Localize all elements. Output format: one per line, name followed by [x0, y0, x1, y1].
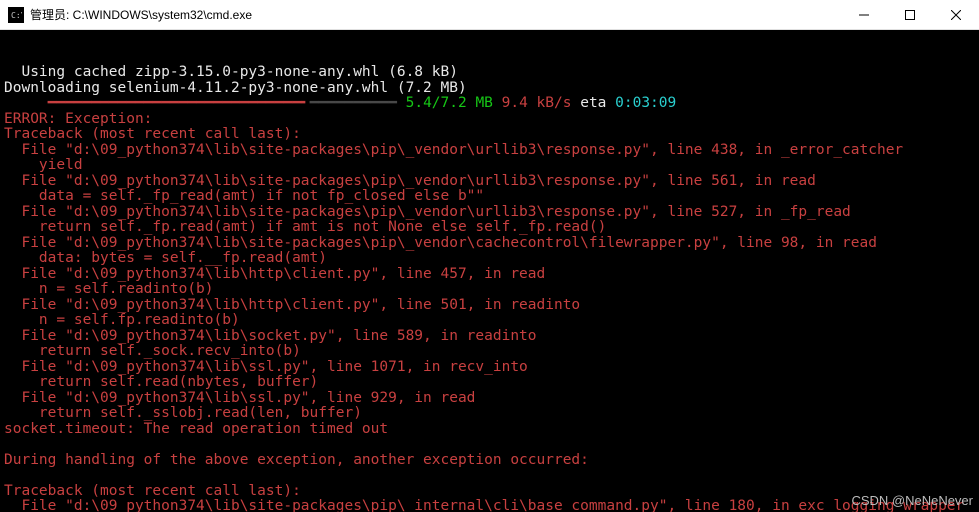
terminal-line: Traceback (most recent call last): — [4, 484, 979, 500]
close-button[interactable] — [933, 0, 979, 30]
terminal-text: yield — [4, 157, 83, 173]
terminal-line: File "d:\09_python374\lib\http\client.py… — [4, 298, 979, 314]
terminal-line: yield — [4, 158, 979, 174]
terminal-text: return self._sock.recv_into(b) — [4, 343, 301, 359]
titlebar[interactable]: C:\ 管理员: C:\WINDOWS\system32\cmd.exe — [0, 0, 979, 30]
terminal-text: return self._fp.read(amt) if amt is not … — [4, 219, 606, 235]
maximize-icon — [905, 10, 915, 20]
terminal-text: File "d:\09_python374\lib\http\client.py… — [4, 266, 545, 282]
terminal-line: ERROR: Exception: — [4, 112, 979, 128]
terminal-text: 5.4/7.2 MB — [397, 95, 493, 111]
watermark: CSDN @NeNeNever — [851, 493, 973, 509]
terminal-text: File "d:\09_python374\lib\http\client.py… — [4, 297, 580, 313]
terminal-text: ERROR: Exception: — [4, 111, 152, 127]
terminal-text: File "d:\09_python374\lib\ssl.py", line … — [4, 390, 475, 406]
cmd-icon: C:\ — [8, 7, 24, 23]
terminal-text: socket.timeout: The read operation timed… — [4, 421, 388, 437]
terminal-text: Downloading selenium-4.11.2-py3-none-any… — [4, 80, 467, 96]
svg-text:C:\: C:\ — [11, 11, 22, 20]
terminal-line: return self.read(nbytes, buffer) — [4, 375, 979, 391]
maximize-button[interactable] — [887, 0, 933, 30]
terminal-text: ╸ — [301, 95, 310, 111]
terminal-text: eta — [571, 95, 615, 111]
terminal-text: Traceback (most recent call last): — [4, 483, 301, 499]
terminal-line: data: bytes = self.__fp.read(amt) — [4, 251, 979, 267]
close-icon — [951, 10, 961, 20]
terminal-text: Traceback (most recent call last): — [4, 126, 301, 142]
terminal-line: During handling of the above exception, … — [4, 453, 979, 469]
terminal-line — [4, 468, 979, 484]
minimize-button[interactable] — [841, 0, 887, 30]
terminal-line: File "d:\09_python374\lib\site-packages\… — [4, 143, 979, 159]
terminal-text: data = self._fp_read(amt) if not fp_clos… — [4, 188, 484, 204]
terminal-text: 0:03:09 — [615, 95, 676, 111]
terminal-line: File "d:\09_python374\lib\site-packages\… — [4, 236, 979, 252]
terminal-text: return self.read(nbytes, buffer) — [4, 374, 318, 390]
terminal-line: return self._sslobj.read(len, buffer) — [4, 406, 979, 422]
window-title: 管理员: C:\WINDOWS\system32\cmd.exe — [30, 6, 252, 23]
terminal-line: File "d:\09_python374\lib\http\client.py… — [4, 267, 979, 283]
terminal-line: File "d:\09_python374\lib\ssl.py", line … — [4, 360, 979, 376]
terminal-line: File "d:\09_python374\lib\ssl.py", line … — [4, 391, 979, 407]
terminal-text: 9.4 kB/s — [493, 95, 572, 111]
terminal-text: return self._sslobj.read(len, buffer) — [4, 405, 362, 421]
terminal-text: ━━━━━━━━━━ — [310, 95, 397, 111]
terminal-line: socket.timeout: The read operation timed… — [4, 422, 979, 438]
terminal-text: File "d:\09_python374\lib\socket.py", li… — [4, 328, 537, 344]
terminal-line: Traceback (most recent call last): — [4, 127, 979, 143]
terminal-text: Using cached zipp-3.15.0-py3-none-any.wh… — [4, 64, 458, 80]
terminal-text: File "d:\09_python374\lib\ssl.py", line … — [4, 359, 528, 375]
terminal-text: n = self.readinto(b) — [4, 281, 214, 297]
terminal-line: data = self._fp_read(amt) if not fp_clos… — [4, 189, 979, 205]
terminal-text: ━━━━━━━━━━━━━━━━━━━━━━━━━━━━━ — [48, 95, 301, 111]
terminal-output[interactable]: Using cached zipp-3.15.0-py3-none-any.wh… — [0, 30, 979, 512]
terminal-line: ━━━━━━━━━━━━━━━━━━━━━━━━━━━━━╸━━━━━━━━━━… — [4, 96, 979, 112]
terminal-line: File "d:\09_python374\lib\site-packages\… — [4, 174, 979, 190]
terminal-line: return self._fp.read(amt) if amt is not … — [4, 220, 979, 236]
cmd-window: C:\ 管理员: C:\WINDOWS\system32\cmd.exe Usi… — [0, 0, 979, 512]
terminal-line: File "d:\09_python374\lib\site-packages\… — [4, 499, 979, 512]
terminal-text: File "d:\09_python374\lib\site-packages\… — [4, 498, 964, 512]
terminal-text: File "d:\09_python374\lib\site-packages\… — [4, 235, 877, 251]
terminal-line: File "d:\09_python374\lib\socket.py", li… — [4, 329, 979, 345]
terminal-text: File "d:\09_python374\lib\site-packages\… — [4, 142, 903, 158]
terminal-line — [4, 437, 979, 453]
terminal-line: return self._sock.recv_into(b) — [4, 344, 979, 360]
minimize-icon — [859, 10, 869, 20]
terminal-text: data: bytes = self.__fp.read(amt) — [4, 250, 327, 266]
terminal-text: File "d:\09_python374\lib\site-packages\… — [4, 173, 816, 189]
terminal-line: File "d:\09_python374\lib\site-packages\… — [4, 205, 979, 221]
terminal-line: n = self.fp.readinto(b) — [4, 313, 979, 329]
terminal-text: During handling of the above exception, … — [4, 452, 589, 468]
window-controls — [841, 0, 979, 30]
terminal-line: n = self.readinto(b) — [4, 282, 979, 298]
terminal-line: Using cached zipp-3.15.0-py3-none-any.wh… — [4, 65, 979, 81]
terminal-text — [4, 95, 48, 111]
terminal-text: File "d:\09_python374\lib\site-packages\… — [4, 204, 851, 220]
terminal-text: n = self.fp.readinto(b) — [4, 312, 240, 328]
terminal-line: Downloading selenium-4.11.2-py3-none-any… — [4, 81, 979, 97]
